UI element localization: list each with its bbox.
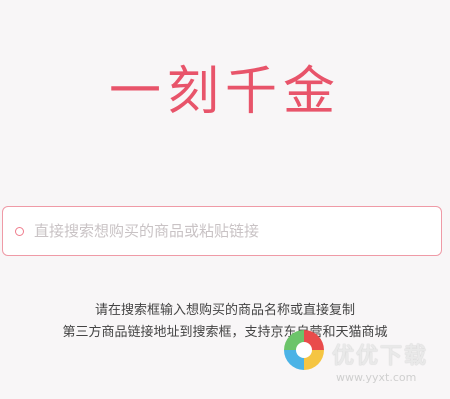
search-hint-line-1: 请在搜索框输入想购买的商品名称或直接复制 bbox=[94, 303, 355, 318]
search-dot-icon bbox=[15, 226, 24, 236]
app-logo-title: 一刻千金 bbox=[108, 62, 341, 122]
watermark: 优优下载 www.yyxt.com bbox=[280, 326, 450, 396]
search-box[interactable] bbox=[2, 206, 442, 256]
watermark-logo-icon bbox=[284, 330, 324, 370]
search-input[interactable] bbox=[34, 222, 424, 240]
watermark-url: www.yyxt.com bbox=[336, 371, 417, 384]
app-screen: 一刻千金 请在搜索框输入想购买的商品名称或直接复制 第三方商品链接地址到搜索框，… bbox=[0, 0, 450, 399]
watermark-title: 优优下载 bbox=[332, 344, 429, 369]
